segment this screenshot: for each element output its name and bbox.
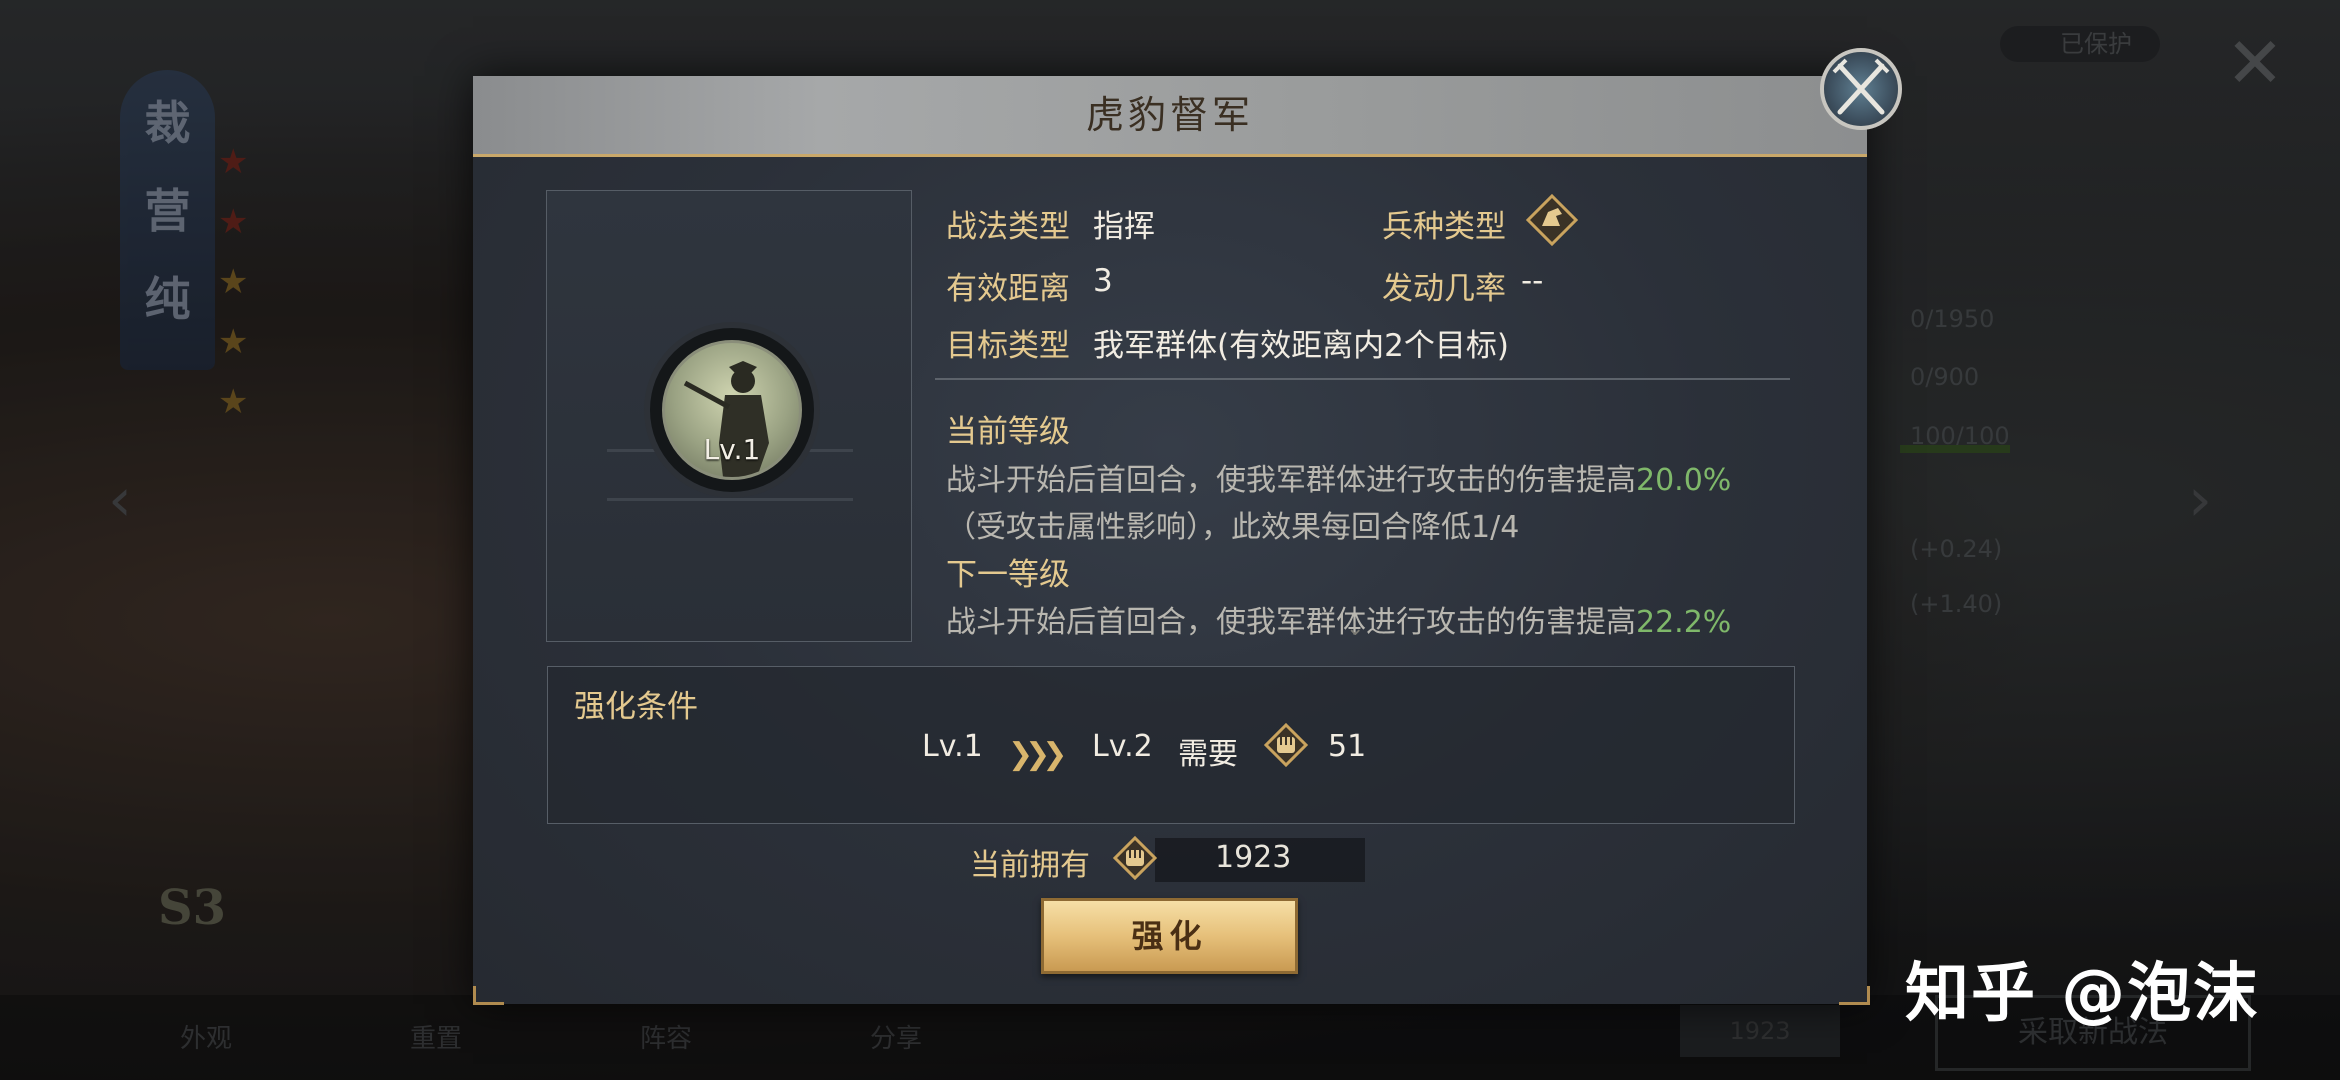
tactic-point-icon (1264, 723, 1308, 767)
tactic-level-label: Lv.1 (703, 433, 761, 466)
cavalry-icon (1526, 194, 1578, 246)
range-value: 3 (1093, 263, 1113, 299)
owned-label: 当前拥有 (970, 848, 1090, 883)
close-button[interactable] (1820, 48, 1902, 130)
troop-type-label: 兵种类型 (1382, 209, 1506, 245)
next-level-desc-text: 战斗开始后首回合，使我军群体进行攻击的伤害提高 (946, 605, 1636, 640)
range-label: 有效距离 (946, 271, 1070, 307)
owned-amount: 1923 (1215, 840, 1292, 875)
upgrade-conditions-title: 强化条件 (574, 689, 698, 725)
need-amount: 51 (1328, 729, 1367, 764)
tactic-type-label: 战法类型 (946, 209, 1070, 245)
level-arrow-icon: ❯❯❯ (1008, 737, 1067, 772)
trigger-rate-value: -- (1521, 263, 1544, 299)
watermark: 知乎 @泡沫 (1905, 957, 2260, 1031)
scroll-down-chevron-icon[interactable]: ⌄ (1346, 618, 1376, 640)
trigger-rate-label: 发动几率 (1382, 271, 1506, 307)
next-level-desc: 战斗开始后首回合，使我军群体进行攻击的伤害提高22.2% (946, 597, 1731, 641)
need-label: 需要 (1178, 737, 1238, 772)
next-level-title: 下一等级 (946, 557, 1070, 593)
tactic-point-icon (1113, 836, 1157, 880)
current-level-title: 当前等级 (946, 414, 1070, 450)
tactic-type-value: 指挥 (1093, 209, 1155, 245)
current-level-desc-text: 战斗开始后首回合，使我军群体进行攻击的伤害提高 (946, 463, 1636, 498)
upgrade-button[interactable]: 强化 (1041, 898, 1298, 974)
to-level: Lv.2 (1092, 729, 1153, 764)
tactic-portrait-panel: Lv.1 (546, 190, 912, 642)
target-type-label: 目标类型 (946, 328, 1070, 364)
upgrade-button-label: 强化 (1131, 917, 1208, 955)
crossed-swords-icon (1832, 58, 1890, 115)
from-level: Lv.1 (922, 729, 983, 764)
upgrade-conditions-panel: 强化条件 Lv.1 ❯❯❯ Lv.2 需要 51 (547, 666, 1795, 824)
corner-ornament (473, 986, 504, 1005)
next-level-value: 22.2% (1636, 605, 1732, 640)
current-level-desc-line2: （受攻击属性影响），此效果每回合降低1/4 (946, 510, 1520, 545)
current-level-desc: 战斗开始后首回合，使我军群体进行攻击的伤害提高20.0% (946, 455, 1731, 499)
target-type-value: 我军群体(有效距离内2个目标) (1093, 328, 1509, 364)
general-portrait-image: Lv.1 (662, 340, 802, 480)
tactic-portrait: Lv.1 (650, 328, 814, 492)
corner-ornament (1839, 986, 1870, 1005)
current-level-value: 20.0% (1636, 463, 1732, 498)
modal-title: 虎豹督军 (1085, 93, 1254, 137)
divider (935, 378, 1790, 380)
